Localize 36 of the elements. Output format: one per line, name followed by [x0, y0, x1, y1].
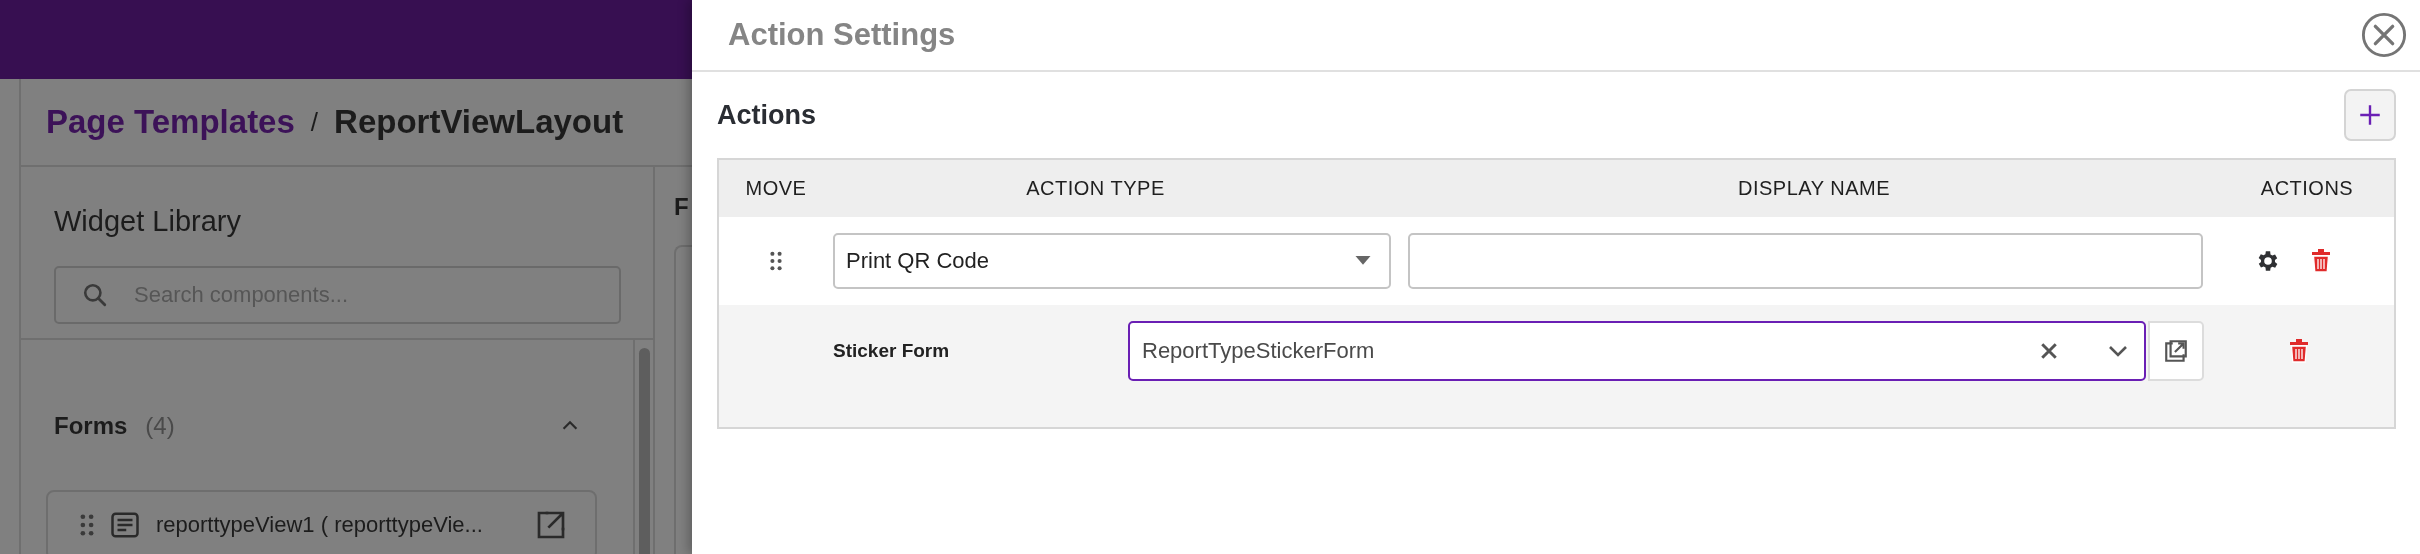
section-title: Actions — [717, 99, 816, 131]
section-title: Forms — [54, 412, 128, 440]
action-type-select[interactable]: Print QR Code — [833, 233, 1391, 289]
widget-item[interactable]: reporttypeView1 ( reporttypeVie... — [46, 490, 597, 554]
form-select[interactable]: ReportTypeStickerForm — [1128, 321, 2146, 381]
dropdown-caret-icon — [1355, 256, 1371, 266]
column-header: DISPLAY NAME — [1737, 177, 1891, 200]
breadcrumb-link[interactable]: Page Templates — [46, 103, 295, 141]
display-name-field[interactable] — [1408, 233, 2203, 289]
delete-button[interactable] — [2311, 249, 2331, 273]
form-icon — [110, 510, 140, 540]
panel-title: F — [674, 192, 690, 222]
delete-button[interactable] — [2288, 339, 2309, 363]
drag-handle-icon — [80, 514, 94, 536]
open-form-button[interactable] — [2148, 321, 2204, 381]
search-icon — [82, 282, 108, 308]
column-header: MOVE — [744, 177, 808, 200]
breadcrumb-separator: / — [310, 106, 319, 138]
clear-icon[interactable] — [2040, 342, 2058, 360]
open-external-icon — [535, 509, 567, 541]
dialog-title: Action Settings — [728, 17, 956, 53]
trash-icon — [2288, 339, 2309, 363]
trash-icon — [2311, 249, 2331, 273]
drag-handle-icon[interactable] — [770, 251, 782, 271]
plus-icon — [2357, 102, 2383, 128]
open-external-icon — [2163, 338, 2189, 364]
chevron-down-icon — [2108, 345, 2128, 357]
add-button[interactable] — [2344, 89, 2396, 141]
close-icon — [2361, 12, 2407, 58]
breadcrumb-current: ReportViewLayout — [334, 103, 624, 141]
column-header: ACTION TYPE — [1025, 177, 1166, 200]
close-button[interactable] — [2361, 12, 2407, 58]
column-header: ACTIONS — [2259, 177, 2355, 200]
scrollbar[interactable] — [639, 348, 650, 554]
parameter-label: Sticker Form — [833, 340, 951, 362]
panel-title: Widget Library — [54, 205, 242, 238]
